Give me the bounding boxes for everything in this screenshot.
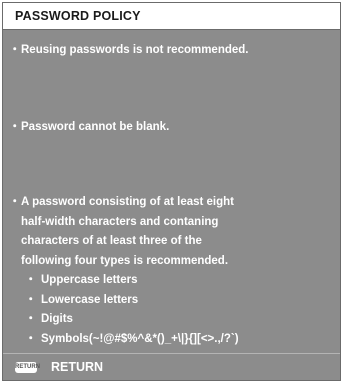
policy-item-reuse-text: Reusing passwords is not recommended.	[21, 44, 249, 56]
bullet-icon: ・	[25, 332, 37, 345]
type-digits-text: Digits	[41, 313, 73, 325]
type-uppercase: ・ Uppercase letters	[9, 271, 239, 291]
policy-item-blank: ・Password cannot be blank.	[9, 118, 169, 138]
complexity-line-3: characters of at least three of the	[21, 235, 202, 247]
return-key-icon[interactable]: RETURN	[15, 362, 40, 373]
bullet-icon: ・	[25, 313, 37, 325]
complexity-line-1-text: A password consisting of at least eight	[21, 196, 234, 208]
return-button[interactable]: RETURN	[51, 360, 103, 374]
title-bar: PASSWORD POLICY	[3, 3, 340, 30]
type-symbols-text: Symbols(~!@#$%^&*()_+\|}{][<>.,/?`)	[41, 332, 239, 345]
type-symbols: ・ Symbols(~!@#$%^&*()_+\|}{][<>.,/?`)	[9, 330, 239, 350]
bullet-icon: ・	[9, 44, 21, 56]
policy-item-complexity: ・A password consisting of at least eight…	[9, 193, 239, 349]
bullet-icon: ・	[9, 121, 21, 133]
complexity-line-4: following four types is recommended.	[21, 254, 229, 267]
dialog-title: PASSWORD POLICY	[15, 9, 141, 23]
complexity-line-2: half-width characters and contaning	[21, 215, 219, 228]
complexity-line-1: ・A password consisting of at least eight	[9, 193, 239, 213]
bullet-icon: ・	[25, 293, 37, 306]
type-digits: ・ Digits	[9, 310, 239, 330]
type-lowercase-text: Lowercase letters	[41, 293, 139, 306]
policy-item-reuse: ・Reusing passwords is not recommended.	[9, 41, 249, 61]
type-lowercase: ・ Lowercase letters	[9, 291, 239, 311]
policy-item-blank-text: Password cannot be blank.	[21, 121, 170, 133]
type-uppercase-text: Uppercase letters	[41, 274, 138, 286]
bullet-icon: ・	[25, 274, 37, 286]
footer: RETURN RETURN	[3, 354, 340, 380]
password-policy-dialog: PASSWORD POLICY ・Reusing passwords is no…	[2, 2, 341, 381]
bullet-icon: ・	[9, 196, 21, 208]
